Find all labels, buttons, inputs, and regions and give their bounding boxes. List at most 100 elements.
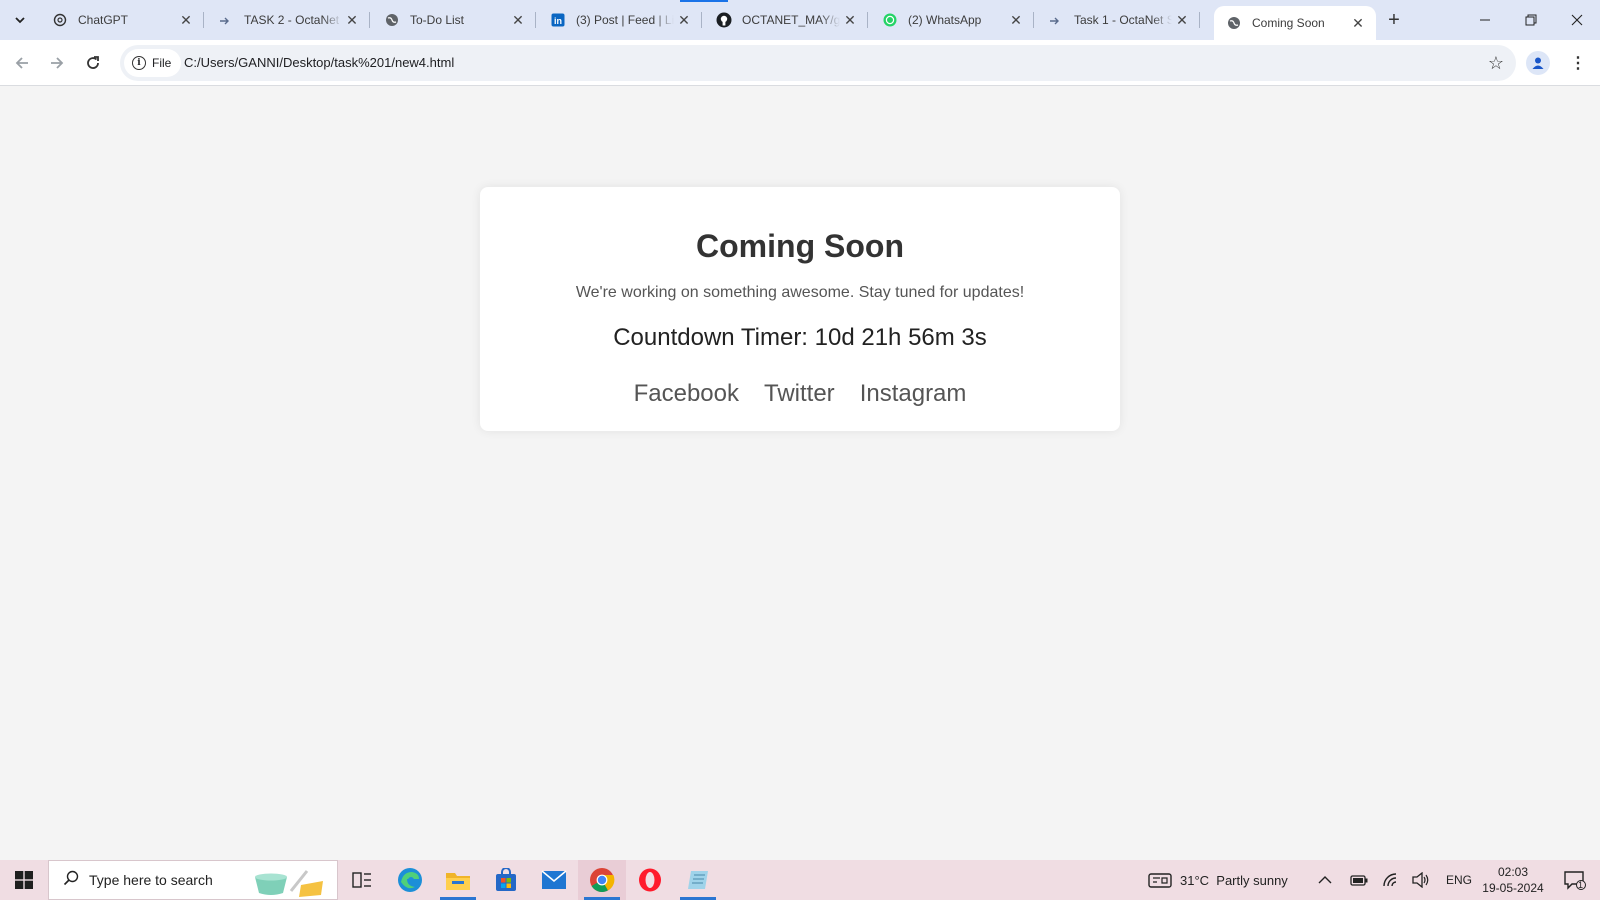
mail-icon [541, 870, 567, 889]
wifi-icon [1383, 873, 1397, 887]
search-icon [63, 870, 79, 891]
language-indicator[interactable]: ENG [1446, 860, 1472, 900]
minimize-button[interactable] [1462, 0, 1508, 40]
social-links: Facebook Twitter Instagram [480, 379, 1120, 409]
tab-coming-soon[interactable]: Coming Soon ✕ [1214, 6, 1376, 40]
whatsapp-icon [882, 12, 898, 28]
volume-indicator[interactable] [1412, 860, 1430, 900]
show-hidden-icons-button[interactable] [1318, 860, 1332, 900]
restore-button[interactable] [1508, 0, 1554, 40]
tab-github[interactable]: OCTANET_MAY/git ✕ [704, 0, 868, 40]
tab-separator [1033, 12, 1034, 28]
taskbar-opera[interactable] [626, 860, 674, 900]
search-highlight-illustration [255, 870, 323, 897]
taskbar-microsoft-store[interactable] [482, 860, 530, 900]
reload-button[interactable] [77, 47, 109, 79]
close-icon[interactable]: ✕ [1172, 10, 1192, 30]
globe-icon [384, 12, 400, 28]
taskbar-mail[interactable] [530, 860, 578, 900]
close-icon[interactable]: ✕ [1006, 10, 1026, 30]
site-info-label: File [152, 56, 172, 70]
close-icon [1571, 14, 1583, 26]
notification-center-button[interactable]: 1 [1552, 860, 1598, 900]
weather-widget[interactable]: 31°C Partly sunny [1148, 860, 1288, 900]
search-placeholder: Type here to search [89, 872, 213, 888]
close-window-button[interactable] [1554, 0, 1600, 40]
tab-separator [701, 12, 702, 28]
site-info-chip[interactable]: i File [124, 49, 182, 77]
taskbar-file-explorer[interactable] [434, 860, 482, 900]
task-view-button[interactable] [338, 860, 386, 900]
tab-task1-octanet[interactable]: Task 1 - OctaNet Services ✕ [1036, 0, 1200, 40]
notepad-icon [688, 871, 708, 889]
coming-soon-card: Coming Soon We're working on something a… [480, 187, 1120, 431]
taskbar-edge[interactable] [386, 860, 434, 900]
address-bar[interactable]: i File C:/Users/GANNI/Desktop/task%201/n… [120, 45, 1516, 81]
close-icon[interactable]: ✕ [508, 10, 528, 30]
tab-linkedin[interactable]: in (3) Post | Feed | LinkedIn ✕ [538, 0, 702, 40]
close-icon[interactable]: ✕ [342, 10, 362, 30]
store-icon [496, 868, 516, 891]
bookmark-star-button[interactable]: ☆ [1484, 51, 1508, 75]
tab-separator [369, 12, 370, 28]
folder-icon [446, 873, 470, 890]
tab-title: OCTANET_MAY/git [742, 13, 840, 27]
clock-time: 02:03 [1497, 865, 1529, 879]
close-icon[interactable]: ✕ [840, 10, 860, 30]
star-icon: ☆ [1487, 52, 1505, 73]
url-text[interactable]: C:/Users/GANNI/Desktop/task%201/new4.htm… [184, 45, 454, 81]
battery-icon [1350, 875, 1368, 886]
facebook-link[interactable]: Facebook [634, 379, 739, 409]
minimize-icon [1480, 19, 1490, 21]
taskbar-chrome[interactable] [578, 860, 626, 900]
tab-title: TASK 2 - OctaNet Services [244, 13, 342, 27]
openai-icon [52, 12, 68, 28]
info-icon: i [132, 56, 146, 70]
twitter-link[interactable]: Twitter [764, 379, 835, 409]
restore-icon [1525, 14, 1537, 26]
close-icon[interactable]: ✕ [1348, 13, 1368, 33]
network-indicator[interactable] [1382, 860, 1400, 900]
countdown-timer: Countdown Timer: 10d 21h 56m 3s [613, 324, 987, 351]
close-icon[interactable]: ✕ [674, 10, 694, 30]
taskbar-search-box[interactable]: Type here to search [48, 860, 338, 900]
tab-title: (2) WhatsApp [908, 13, 982, 27]
system-clock[interactable]: 02:03 19-05-2024 [1478, 864, 1548, 896]
close-icon[interactable]: ✕ [176, 10, 196, 30]
tab-chatgpt[interactable]: ChatGPT ✕ [40, 0, 204, 40]
profile-button[interactable] [1526, 51, 1550, 75]
globe-icon [1226, 15, 1242, 31]
weather-text: 31°C Partly sunny [1180, 872, 1288, 888]
page-title: Coming Soon [696, 228, 904, 264]
language-text: ENG [1446, 873, 1473, 887]
instagram-link[interactable]: Instagram [860, 379, 967, 409]
task-view-icon [352, 872, 371, 888]
chevron-up-icon [1318, 876, 1332, 884]
arrow-left-icon [15, 57, 28, 69]
battery-indicator[interactable] [1350, 860, 1368, 900]
clock-date: 19-05-2024 [1482, 881, 1544, 895]
reload-icon [87, 56, 99, 69]
tab-separator [867, 12, 868, 28]
github-icon [716, 12, 732, 28]
browser-tab-strip: ChatGPT ✕ TASK 2 - OctaNet Services ✕ To… [0, 0, 1600, 40]
browser-menu-button[interactable]: ⋮ [1566, 51, 1590, 75]
tab-title: (3) Post | Feed | LinkedIn [576, 13, 674, 27]
taskbar-notepad[interactable] [674, 860, 722, 900]
forward-button[interactable] [41, 47, 73, 79]
tab-title: Coming Soon [1252, 16, 1325, 30]
tab-search-button[interactable] [8, 8, 32, 32]
tab-whatsapp[interactable]: (2) WhatsApp ✕ [870, 0, 1034, 40]
start-button[interactable] [0, 860, 48, 900]
browser-toolbar: i File C:/Users/GANNI/Desktop/task%201/n… [0, 40, 1600, 86]
new-tab-button[interactable]: + [1382, 8, 1406, 32]
svg-text:in: in [554, 16, 562, 26]
tab-separator [203, 12, 204, 28]
tab-todo-list[interactable]: To-Do List ✕ [372, 0, 536, 40]
tab-title: Task 1 - OctaNet Services [1074, 13, 1172, 27]
tab-task2-octanet[interactable]: TASK 2 - OctaNet Services ✕ [206, 0, 370, 40]
tagline: We're working on something awesome. Stay… [575, 284, 1025, 301]
back-button[interactable] [6, 47, 38, 79]
tab-title: To-Do List [410, 13, 465, 27]
tab-title: ChatGPT [78, 13, 129, 27]
